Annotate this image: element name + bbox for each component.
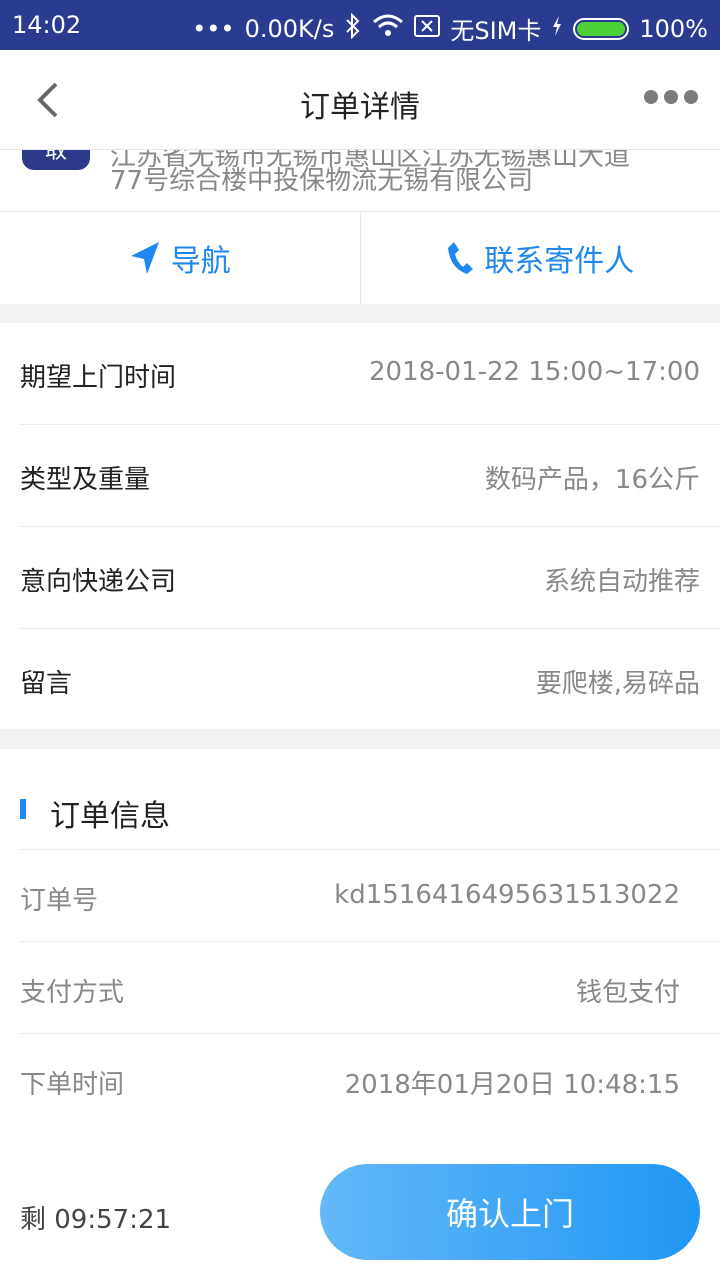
charging-icon xyxy=(551,15,563,42)
navigate-label: 导航 xyxy=(170,244,231,279)
detail-row-courier: 意向快递公司 系统自动推荐 xyxy=(20,527,720,629)
action-bar: 导航 联系寄件人 xyxy=(0,212,720,304)
order-label: 下单时间 xyxy=(20,1070,125,1100)
order-label: 支付方式 xyxy=(20,978,125,1008)
battery-icon xyxy=(573,17,630,40)
order-row-number: 订单号 kd1516416495631513022 xyxy=(20,850,720,942)
order-label: 订单号 xyxy=(20,886,99,916)
confirm-visit-button[interactable]: 确认上门 xyxy=(320,1164,700,1260)
detail-label: 意向快递公司 xyxy=(20,567,177,597)
battery-percent: 100% xyxy=(639,14,708,43)
detail-value: 2018-01-22 15:00~17:00 xyxy=(368,357,700,387)
phone-icon xyxy=(448,242,474,274)
battery-fill xyxy=(577,21,626,36)
order-value: kd1516416495631513022 xyxy=(334,880,680,910)
wifi-icon xyxy=(372,14,404,43)
status-right: ••• 0.00K/s 无SIM卡 100% xyxy=(192,11,708,46)
sim-x-icon xyxy=(414,15,441,42)
pickup-address: 取 江苏省无锡市无锡市惠山区江苏无锡惠山大道 77号综合楼中投保物流无锡有限公司 xyxy=(0,150,720,212)
order-row-time: 下单时间 2018年01月20日 10:48:15 xyxy=(20,1034,720,1126)
address-line-2: 77号综合楼中投保物流无锡有限公司 xyxy=(110,166,534,196)
order-info-section: 订单信息 订单号 kd1516416495631513022 支付方式 钱包支付… xyxy=(0,749,720,1149)
sim-status: 无SIM卡 xyxy=(450,17,542,45)
order-row-payment: 支付方式 钱包支付 xyxy=(20,942,720,1034)
pickup-details: 期望上门时间 2018-01-22 15:00~17:00 类型及重量 数码产品… xyxy=(0,323,720,729)
order-detail-screen: 14:02 ••• 0.00K/s 无SIM卡 100% 订单详情 取 江苏省无… xyxy=(0,0,720,1280)
navigation-arrow-icon xyxy=(130,242,159,274)
order-info-header: 订单信息 xyxy=(20,749,720,850)
pickup-badge: 取 xyxy=(22,150,90,170)
order-value: 2018年01月20日 10:48:15 xyxy=(344,1070,680,1100)
status-time: 14:02 xyxy=(12,11,82,39)
navigate-button[interactable]: 导航 xyxy=(0,212,360,304)
dots-indicator: ••• xyxy=(192,14,235,43)
contact-sender-label: 联系寄件人 xyxy=(484,244,635,279)
detail-value: 要爬楼,易碎品 xyxy=(535,669,700,699)
countdown-timer: 剩 09:57:21 xyxy=(20,1205,172,1235)
order-info-title: 订单信息 xyxy=(50,799,170,834)
detail-row-time: 期望上门时间 2018-01-22 15:00~17:00 xyxy=(20,323,720,425)
detail-label: 类型及重量 xyxy=(20,465,151,495)
status-bar: 14:02 ••• 0.00K/s 无SIM卡 100% xyxy=(0,0,720,50)
bluetooth-icon xyxy=(344,12,362,44)
contact-sender-button[interactable]: 联系寄件人 xyxy=(359,212,720,304)
section-accent-bar xyxy=(20,799,26,819)
detail-value: 数码产品，16公斤 xyxy=(484,465,700,495)
order-value: 钱包支付 xyxy=(575,978,680,1008)
detail-row-type-weight: 类型及重量 数码产品，16公斤 xyxy=(20,425,720,527)
more-dots-icon[interactable] xyxy=(644,90,698,104)
detail-label: 期望上门时间 xyxy=(20,363,177,393)
detail-row-message: 留言 要爬楼,易碎品 xyxy=(20,629,720,731)
nav-header: 订单详情 xyxy=(0,50,720,150)
detail-value: 系统自动推荐 xyxy=(543,567,700,597)
page-title: 订单详情 xyxy=(300,90,420,125)
bottom-bar: 剩 09:57:21 确认上门 xyxy=(0,1149,720,1280)
detail-label: 留言 xyxy=(20,669,73,699)
net-speed: 0.00K/s xyxy=(244,14,335,43)
